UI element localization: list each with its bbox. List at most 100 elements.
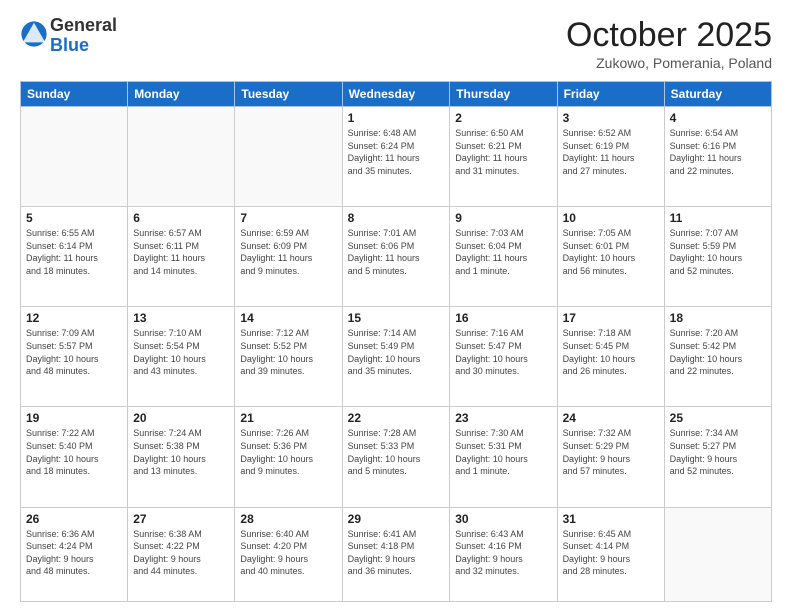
calendar-cell-w2-d7: 11 Sunrise: 7:07 AM Sunset: 5:59 PM Dayli…	[664, 207, 771, 307]
calendar-cell-w3-d6: 17Sunrise: 7:18 AM Sunset: 5:45 PM Dayli…	[557, 307, 664, 407]
day-info: Sunrise: 7:03 AM Sunset: 6:04 PM Dayligh…	[455, 227, 551, 277]
day-number: 2	[455, 111, 551, 125]
calendar-cell-w5-d7	[664, 507, 771, 601]
page: General Blue October 2025 Zukowo, Pomera…	[0, 0, 792, 612]
day-number: 6	[133, 211, 229, 225]
day-number: 19	[26, 411, 122, 425]
day-number: 11	[670, 211, 766, 225]
day-info: Sunrise: 7:18 AM Sunset: 5:45 PM Dayligh…	[563, 327, 659, 377]
calendar-cell-w1-d5: 2Sunrise: 6:50 AM Sunset: 6:21 PM Daylig…	[450, 107, 557, 207]
calendar-cell-w1-d1	[21, 107, 128, 207]
calendar-cell-w3-d4: 15Sunrise: 7:14 AM Sunset: 5:49 PM Dayli…	[342, 307, 450, 407]
calendar-cell-w2-d2: 6 Sunrise: 6:57 AM Sunset: 6:11 PM Daylig…	[128, 207, 235, 307]
day-info: Sunrise: 6:54 AM Sunset: 6:16 PM Dayligh…	[670, 127, 766, 177]
calendar-cell-w4-d5: 23Sunrise: 7:30 AM Sunset: 5:31 PM Dayli…	[450, 407, 557, 507]
calendar-table: Sunday Monday Tuesday Wednesday Thursday…	[20, 81, 772, 602]
day-number: 18	[670, 311, 766, 325]
calendar-cell-w2-d1: 5 Sunrise: 6:55 AM Sunset: 6:14 PM Daylig…	[21, 207, 128, 307]
col-monday: Monday	[128, 82, 235, 107]
day-number: 26	[26, 512, 122, 526]
day-number: 15	[348, 311, 445, 325]
col-wednesday: Wednesday	[342, 82, 450, 107]
calendar-cell-w5-d5: 30Sunrise: 6:43 AM Sunset: 4:16 PM Dayli…	[450, 507, 557, 601]
calendar-cell-w5-d4: 29Sunrise: 6:41 AM Sunset: 4:18 PM Dayli…	[342, 507, 450, 601]
week-row-1: 1 Sunrise: 6:48 AM Sunset: 6:24 PM Daylig…	[21, 107, 772, 207]
calendar-cell-w1-d2	[128, 107, 235, 207]
calendar-cell-w4-d6: 24 Sunrise: 7:32 AM Sunset: 5:29 PM Dayli…	[557, 407, 664, 507]
day-info: Sunrise: 6:43 AM Sunset: 4:16 PM Dayligh…	[455, 528, 551, 578]
day-number: 22	[348, 411, 445, 425]
day-info: Sunrise: 6:48 AM Sunset: 6:24 PM Dayligh…	[348, 127, 445, 177]
calendar-cell-w1-d6: 3Sunrise: 6:52 AM Sunset: 6:19 PM Daylig…	[557, 107, 664, 207]
logo-general: General	[50, 15, 117, 35]
day-info: Sunrise: 7:30 AM Sunset: 5:31 PM Dayligh…	[455, 427, 551, 477]
day-info: Sunrise: 6:40 AM Sunset: 4:20 PM Dayligh…	[240, 528, 336, 578]
day-info: Sunrise: 6:45 AM Sunset: 4:14 PM Dayligh…	[563, 528, 659, 578]
day-number: 10	[563, 211, 659, 225]
logo: General Blue	[20, 16, 117, 56]
day-number: 25	[670, 411, 766, 425]
day-number: 21	[240, 411, 336, 425]
col-tuesday: Tuesday	[235, 82, 342, 107]
day-info: Sunrise: 7:20 AM Sunset: 5:42 PM Dayligh…	[670, 327, 766, 377]
day-number: 13	[133, 311, 229, 325]
day-info: Sunrise: 7:05 AM Sunset: 6:01 PM Dayligh…	[563, 227, 659, 277]
day-info: Sunrise: 7:22 AM Sunset: 5:40 PM Dayligh…	[26, 427, 122, 477]
calendar-header-row: Sunday Monday Tuesday Wednesday Thursday…	[21, 82, 772, 107]
day-number: 9	[455, 211, 551, 225]
title-block: October 2025 Zukowo, Pomerania, Poland	[566, 16, 772, 71]
day-info: Sunrise: 6:59 AM Sunset: 6:09 PM Dayligh…	[240, 227, 336, 277]
day-info: Sunrise: 7:01 AM Sunset: 6:06 PM Dayligh…	[348, 227, 445, 277]
day-info: Sunrise: 6:41 AM Sunset: 4:18 PM Dayligh…	[348, 528, 445, 578]
day-info: Sunrise: 7:09 AM Sunset: 5:57 PM Dayligh…	[26, 327, 122, 377]
day-number: 16	[455, 311, 551, 325]
day-number: 5	[26, 211, 122, 225]
week-row-2: 5 Sunrise: 6:55 AM Sunset: 6:14 PM Daylig…	[21, 207, 772, 307]
day-number: 8	[348, 211, 445, 225]
week-row-5: 26 Sunrise: 6:36 AM Sunset: 4:24 PM Dayli…	[21, 507, 772, 601]
day-info: Sunrise: 6:38 AM Sunset: 4:22 PM Dayligh…	[133, 528, 229, 578]
calendar-cell-w3-d3: 14Sunrise: 7:12 AM Sunset: 5:52 PM Dayli…	[235, 307, 342, 407]
day-number: 24	[563, 411, 659, 425]
week-row-3: 12 Sunrise: 7:09 AM Sunset: 5:57 PM Dayli…	[21, 307, 772, 407]
calendar-cell-w2-d4: 8 Sunrise: 7:01 AM Sunset: 6:06 PM Daylig…	[342, 207, 450, 307]
calendar-cell-w5-d6: 31 Sunrise: 6:45 AM Sunset: 4:14 PM Dayli…	[557, 507, 664, 601]
calendar-cell-w2-d3: 7Sunrise: 6:59 AM Sunset: 6:09 PM Daylig…	[235, 207, 342, 307]
day-number: 12	[26, 311, 122, 325]
day-info: Sunrise: 7:32 AM Sunset: 5:29 PM Dayligh…	[563, 427, 659, 477]
day-number: 20	[133, 411, 229, 425]
day-info: Sunrise: 6:55 AM Sunset: 6:14 PM Dayligh…	[26, 227, 122, 277]
header: General Blue October 2025 Zukowo, Pomera…	[20, 16, 772, 71]
calendar-cell-w2-d5: 9 Sunrise: 7:03 AM Sunset: 6:04 PM Daylig…	[450, 207, 557, 307]
month-title: October 2025	[566, 16, 772, 55]
col-saturday: Saturday	[664, 82, 771, 107]
col-thursday: Thursday	[450, 82, 557, 107]
calendar-cell-w2-d6: 10 Sunrise: 7:05 AM Sunset: 6:01 PM Dayli…	[557, 207, 664, 307]
calendar-cell-w1-d7: 4 Sunrise: 6:54 AM Sunset: 6:16 PM Daylig…	[664, 107, 771, 207]
col-sunday: Sunday	[21, 82, 128, 107]
day-info: Sunrise: 6:52 AM Sunset: 6:19 PM Dayligh…	[563, 127, 659, 177]
week-row-4: 19 Sunrise: 7:22 AM Sunset: 5:40 PM Dayli…	[21, 407, 772, 507]
calendar-cell-w5-d3: 28Sunrise: 6:40 AM Sunset: 4:20 PM Dayli…	[235, 507, 342, 601]
day-number: 31	[563, 512, 659, 526]
day-info: Sunrise: 7:10 AM Sunset: 5:54 PM Dayligh…	[133, 327, 229, 377]
day-info: Sunrise: 6:36 AM Sunset: 4:24 PM Dayligh…	[26, 528, 122, 578]
day-info: Sunrise: 7:12 AM Sunset: 5:52 PM Dayligh…	[240, 327, 336, 377]
day-info: Sunrise: 7:26 AM Sunset: 5:36 PM Dayligh…	[240, 427, 336, 477]
calendar-cell-w3-d2: 13 Sunrise: 7:10 AM Sunset: 5:54 PM Dayli…	[128, 307, 235, 407]
logo-icon	[20, 20, 48, 48]
day-number: 1	[348, 111, 445, 125]
logo-text: General Blue	[50, 16, 117, 56]
calendar-cell-w5-d1: 26 Sunrise: 6:36 AM Sunset: 4:24 PM Dayli…	[21, 507, 128, 601]
day-info: Sunrise: 7:07 AM Sunset: 5:59 PM Dayligh…	[670, 227, 766, 277]
day-number: 4	[670, 111, 766, 125]
calendar-cell-w4-d1: 19 Sunrise: 7:22 AM Sunset: 5:40 PM Dayli…	[21, 407, 128, 507]
day-info: Sunrise: 7:34 AM Sunset: 5:27 PM Dayligh…	[670, 427, 766, 477]
day-number: 27	[133, 512, 229, 526]
calendar-cell-w4-d3: 21 Sunrise: 7:26 AM Sunset: 5:36 PM Dayli…	[235, 407, 342, 507]
day-info: Sunrise: 6:57 AM Sunset: 6:11 PM Dayligh…	[133, 227, 229, 277]
calendar-cell-w4-d2: 20Sunrise: 7:24 AM Sunset: 5:38 PM Dayli…	[128, 407, 235, 507]
calendar-cell-w1-d3	[235, 107, 342, 207]
location-subtitle: Zukowo, Pomerania, Poland	[566, 55, 772, 71]
calendar-cell-w5-d2: 27 Sunrise: 6:38 AM Sunset: 4:22 PM Dayli…	[128, 507, 235, 601]
